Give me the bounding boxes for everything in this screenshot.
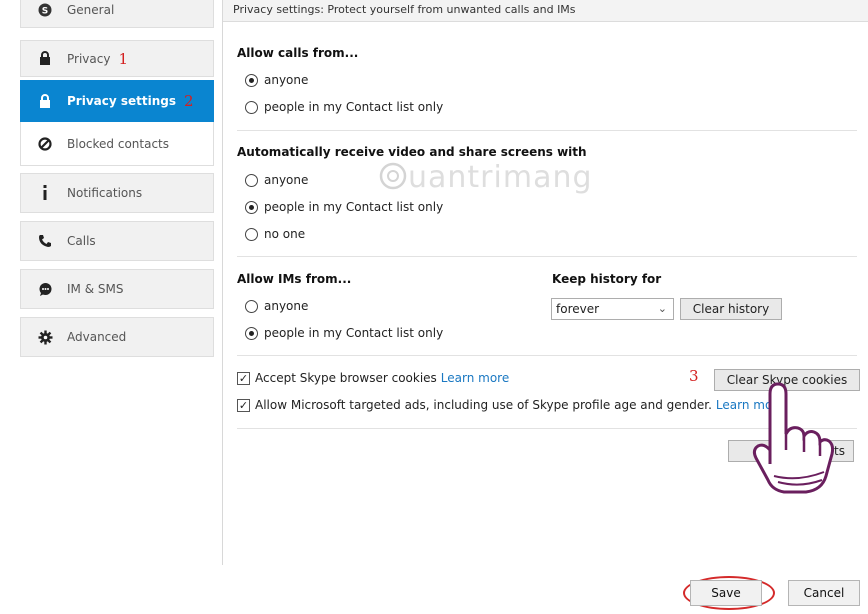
video-no-one-radio[interactable]: no one bbox=[245, 227, 305, 241]
radio-button[interactable] bbox=[245, 173, 258, 187]
radio-label: anyone bbox=[264, 299, 309, 313]
history-duration-select[interactable]: forever ⌄ bbox=[551, 298, 674, 320]
divider bbox=[237, 256, 857, 257]
lock-icon bbox=[37, 93, 53, 109]
calls-contacts-radio[interactable]: people in my Contact list only bbox=[245, 100, 443, 114]
radio-label: people in my Contact list only bbox=[264, 200, 444, 214]
checkbox-label: Accept Skype browser cookies bbox=[255, 371, 437, 385]
panel-header: Privacy settings: Protect yourself from … bbox=[223, 0, 868, 22]
panel-header-text: Privacy settings: Protect yourself from … bbox=[233, 3, 576, 16]
sidebar-item-label: Calls bbox=[67, 234, 96, 248]
checkbox[interactable]: ✓ bbox=[237, 398, 250, 412]
radio-button[interactable] bbox=[245, 227, 258, 241]
radio-label: people in my Contact list only bbox=[264, 326, 444, 340]
sidebar-item-privacy-settings[interactable]: Privacy settings 2 bbox=[20, 80, 214, 122]
sidebar-item-label: IM & SMS bbox=[67, 282, 124, 296]
checkbox[interactable]: ✓ bbox=[237, 371, 250, 385]
annotation-marker: 2 bbox=[184, 92, 194, 110]
skype-icon: S bbox=[37, 2, 53, 18]
cancel-button[interactable]: Cancel bbox=[788, 580, 860, 606]
radio-button[interactable] bbox=[245, 73, 258, 87]
annotation-marker: 1 bbox=[118, 49, 128, 68]
targeted-ads-checkbox-row[interactable]: ✓ Allow Microsoft targeted ads, includin… bbox=[237, 398, 784, 412]
radio-label: no one bbox=[264, 227, 306, 241]
sidebar-item-label: General bbox=[67, 2, 115, 17]
pointing-hand-icon bbox=[752, 382, 835, 494]
calls-anyone-radio[interactable]: anyone bbox=[245, 73, 308, 87]
radio-button[interactable] bbox=[245, 200, 258, 214]
sidebar-item-blocked-contacts[interactable]: Blocked contacts bbox=[20, 122, 214, 166]
radio-button[interactable] bbox=[245, 326, 258, 340]
sidebar-item-label: Advanced bbox=[67, 330, 127, 344]
phone-icon bbox=[37, 233, 53, 249]
divider bbox=[237, 130, 857, 131]
save-button[interactable]: Save bbox=[690, 580, 762, 606]
radio-button[interactable] bbox=[245, 100, 258, 114]
divider bbox=[237, 355, 857, 356]
radio-label: anyone bbox=[264, 73, 309, 87]
keep-history-title: Keep history for bbox=[552, 272, 662, 286]
sidebar-item-label: Privacy settings bbox=[67, 94, 177, 108]
ims-contacts-radio[interactable]: people in my Contact list only bbox=[245, 326, 443, 340]
sidebar-item-im-sms[interactable]: IM & SMS bbox=[20, 269, 214, 309]
video-share-title: Automatically receive video and share sc… bbox=[237, 145, 587, 159]
watermark: uantrimang bbox=[378, 160, 593, 195]
accept-cookies-checkbox-row[interactable]: ✓ Accept Skype browser cookies Learn mor… bbox=[237, 371, 509, 385]
sidebar-item-general[interactable]: S General bbox=[20, 0, 214, 28]
chat-icon bbox=[37, 281, 53, 297]
sidebar-item-privacy[interactable]: Privacy 1 bbox=[20, 40, 214, 77]
info-icon bbox=[37, 185, 53, 201]
sidebar-item-advanced[interactable]: Advanced bbox=[20, 317, 214, 357]
sidebar-item-calls[interactable]: Calls bbox=[20, 221, 214, 261]
radio-button[interactable] bbox=[245, 299, 258, 313]
sidebar-item-label: Blocked contacts bbox=[67, 136, 169, 151]
video-anyone-radio[interactable]: anyone bbox=[245, 173, 308, 187]
chevron-down-icon: ⌄ bbox=[657, 302, 667, 315]
svg-text:S: S bbox=[42, 6, 48, 16]
ims-anyone-radio[interactable]: anyone bbox=[245, 299, 308, 313]
gear-icon bbox=[37, 329, 53, 345]
allow-ims-title: Allow IMs from... bbox=[237, 272, 352, 286]
select-value: forever bbox=[556, 302, 600, 316]
radio-label: people in my Contact list only bbox=[264, 100, 444, 114]
checkbox-label: Allow Microsoft targeted ads, including … bbox=[255, 398, 712, 412]
sidebar-item-label: Notifications bbox=[67, 186, 143, 200]
allow-calls-title: Allow calls from... bbox=[237, 46, 359, 60]
watermark-text: uantrimang bbox=[408, 160, 593, 195]
sidebar-item-label: Privacy bbox=[67, 51, 111, 66]
blocked-icon bbox=[37, 136, 53, 152]
lock-icon bbox=[37, 51, 53, 67]
radio-label: anyone bbox=[264, 173, 309, 187]
annotation-marker: 3 bbox=[689, 367, 699, 385]
video-contacts-radio[interactable]: people in my Contact list only bbox=[245, 200, 443, 214]
learn-more-link[interactable]: Learn more bbox=[441, 371, 509, 385]
watermark-logo-icon bbox=[379, 162, 407, 190]
sidebar-item-notifications[interactable]: Notifications bbox=[20, 173, 214, 213]
clear-history-button[interactable]: Clear history bbox=[680, 298, 782, 320]
sidebar: S General Privacy 1 Privacy settings 2 B… bbox=[0, 0, 222, 614]
